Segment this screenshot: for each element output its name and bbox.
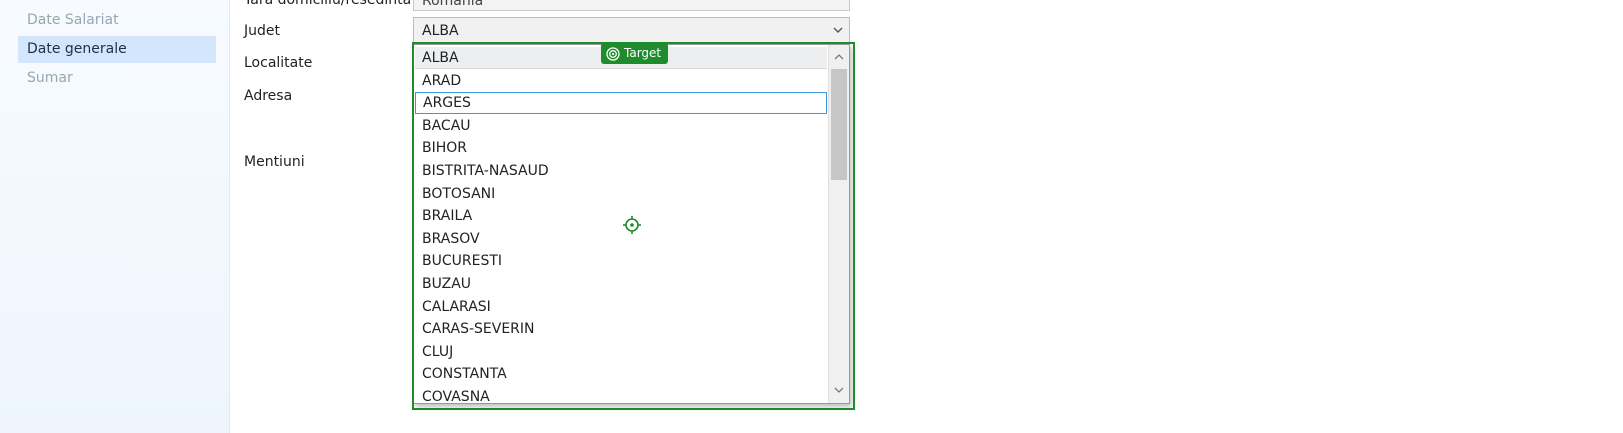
dropdown-option-bihor[interactable]: BIHOR — [415, 137, 827, 159]
scroll-down-icon[interactable] — [829, 381, 849, 401]
dropdown-option-constanta[interactable]: CONSTANTA — [415, 363, 827, 385]
tara-input[interactable]: Romania — [413, 0, 850, 11]
judet-combobox[interactable]: ALBA — [413, 17, 850, 45]
adresa-label: Adresa — [244, 88, 293, 104]
dropdown-option-botosani[interactable]: BOTOSANI — [415, 183, 827, 205]
target-badge-label: Target — [624, 46, 662, 60]
mentiuni-label: Mentiuni — [244, 154, 305, 170]
tara-value: Romania — [422, 0, 484, 9]
dropdown-option-bistrita-nasaud[interactable]: BISTRITA-NASAUD — [415, 160, 827, 182]
dropdown-scrollbar[interactable] — [828, 45, 849, 403]
dropdown-option-caras-severin[interactable]: CARAS-SEVERIN — [415, 318, 827, 340]
dropdown-option-calarasi[interactable]: CALARASI — [415, 296, 827, 318]
dropdown-option-covasna[interactable]: COVASNA — [415, 386, 827, 403]
dropdown-option-bucuresti[interactable]: BUCURESTI — [415, 250, 827, 272]
scrollbar-thumb[interactable] — [831, 69, 847, 180]
judet-selected-value: ALBA — [422, 23, 459, 39]
sidebar: Date Salariat Date generale Sumar — [0, 0, 230, 433]
localitate-label: Localitate — [244, 55, 313, 71]
sidebar-item-date-salariat[interactable]: Date Salariat — [18, 7, 216, 34]
sidebar-item-sumar[interactable]: Sumar — [18, 65, 216, 92]
dropdown-option-buzau[interactable]: BUZAU — [415, 273, 827, 295]
dropdown-option-cluj[interactable]: CLUJ — [415, 341, 827, 363]
dropdown-option-arad[interactable]: ARAD — [415, 70, 827, 92]
judet-dropdown-list[interactable]: ALBA ARAD ARGES BACAU BIHOR BISTRITA-NASAUD BO… — [413, 44, 850, 404]
sidebar-item-date-generale[interactable]: Date generale — [18, 36, 216, 63]
tara-label: Tara domiciliu/resedinta — [244, 0, 412, 8]
scroll-up-icon[interactable] — [829, 47, 849, 67]
dropdown-option-arges[interactable]: ARGES — [415, 92, 827, 115]
chevron-down-icon[interactable] — [833, 18, 843, 44]
target-icon — [606, 46, 620, 61]
dropdown-options: ALBA ARAD ARGES BACAU BIHOR BISTRITA-NASAUD BO… — [414, 45, 828, 403]
target-badge: Target — [601, 43, 669, 64]
dropdown-option-brasov[interactable]: BRASOV — [415, 228, 827, 250]
dropdown-option-bacau[interactable]: BACAU — [415, 115, 827, 137]
judet-label: Judet — [244, 23, 280, 39]
dropdown-option-braila[interactable]: BRAILA — [415, 205, 827, 227]
